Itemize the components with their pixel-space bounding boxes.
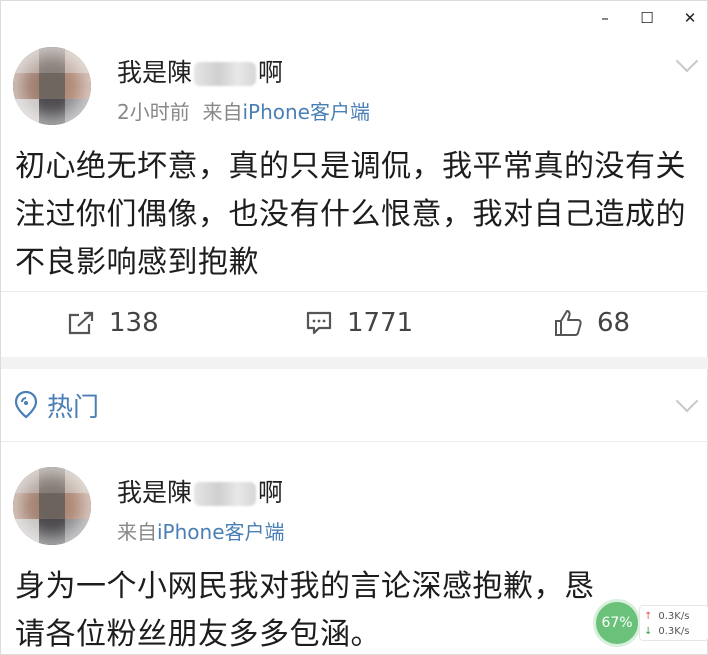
source-prefix: 来自 bbox=[202, 100, 243, 124]
post-content: 初心绝无坏意，真的只是调侃，我平常真的没有关注过你们偶像，也没有什么恨意，我对自… bbox=[15, 149, 686, 280]
speed-panel: ↑ 0.3K/s ↓ 0.3K/s bbox=[639, 605, 708, 641]
location-pin-icon bbox=[14, 390, 38, 419]
user-name-suffix: 啊 bbox=[258, 478, 284, 507]
avatar[interactable] bbox=[13, 467, 91, 545]
title-bar: – ☐ ✕ bbox=[1, 1, 708, 35]
chevron-down-icon[interactable] bbox=[675, 389, 699, 413]
close-icon: ✕ bbox=[683, 9, 697, 27]
post-time: 2小时前 bbox=[117, 100, 190, 124]
comment-count: 1771 bbox=[347, 308, 414, 338]
minimize-icon: – bbox=[601, 9, 609, 27]
network-speed-widget[interactable]: 67% ↑ 0.3K/s ↓ 0.3K/s bbox=[593, 597, 708, 647]
comment-icon bbox=[306, 311, 332, 335]
upload-speed: 0.3K/s bbox=[658, 610, 690, 622]
upload-row: ↑ 0.3K/s bbox=[644, 609, 708, 623]
user-name[interactable]: 我是陳 啊 bbox=[117, 473, 283, 509]
user-name[interactable]: 我是陳 啊 bbox=[117, 53, 283, 89]
like-button[interactable]: 68 bbox=[553, 303, 630, 343]
arrow-up-icon: ↑ bbox=[644, 610, 653, 622]
close-button[interactable]: ✕ bbox=[676, 7, 704, 29]
repost-button[interactable]: 138 bbox=[67, 303, 159, 343]
post-meta: 2小时前 来自iPhone客户端 bbox=[117, 96, 370, 125]
repost-icon bbox=[68, 311, 94, 335]
download-speed: 0.3K/s bbox=[658, 625, 690, 637]
user-name-suffix: 啊 bbox=[258, 58, 284, 87]
post-meta: 来自iPhone客户端 bbox=[117, 516, 285, 545]
comment-button[interactable]: 1771 bbox=[305, 303, 413, 343]
repost-count: 138 bbox=[109, 308, 159, 338]
user-name-prefix: 我是陳 bbox=[117, 478, 193, 507]
app-window: – ☐ ✕ 我是陳啊 2小时前 来自iPhone客户端 初心绝无坏意，真的只是调… bbox=[0, 0, 708, 655]
source-prefix: 来自 bbox=[117, 520, 157, 544]
maximize-icon: ☐ bbox=[640, 9, 654, 27]
arrow-down-icon: ↓ bbox=[644, 625, 653, 637]
hot-section-label[interactable]: 热门 bbox=[47, 387, 99, 424]
minimize-button[interactable]: – bbox=[591, 7, 619, 29]
thumbs-up-icon bbox=[555, 310, 582, 336]
post-source-link[interactable]: iPhone客户端 bbox=[157, 520, 285, 544]
download-row: ↓ 0.3K/s bbox=[644, 624, 708, 638]
divider bbox=[1, 291, 708, 292]
section-separator bbox=[1, 357, 708, 369]
name-redaction bbox=[194, 482, 257, 506]
chevron-down-icon[interactable] bbox=[675, 49, 699, 73]
user-name-prefix: 我是陳 bbox=[117, 58, 193, 87]
post-source-link[interactable]: iPhone客户端 bbox=[242, 100, 370, 124]
post-content: 身为一个小网民我对我的言论深感抱歉，恳请各位粉丝朋友多多包涵。 bbox=[15, 569, 595, 652]
avatar[interactable] bbox=[13, 47, 91, 125]
speed-percent-circle[interactable]: 67% bbox=[593, 599, 641, 647]
divider bbox=[1, 441, 708, 442]
like-count: 68 bbox=[597, 308, 631, 338]
maximize-button[interactable]: ☐ bbox=[633, 7, 661, 29]
name-redaction bbox=[194, 62, 257, 86]
